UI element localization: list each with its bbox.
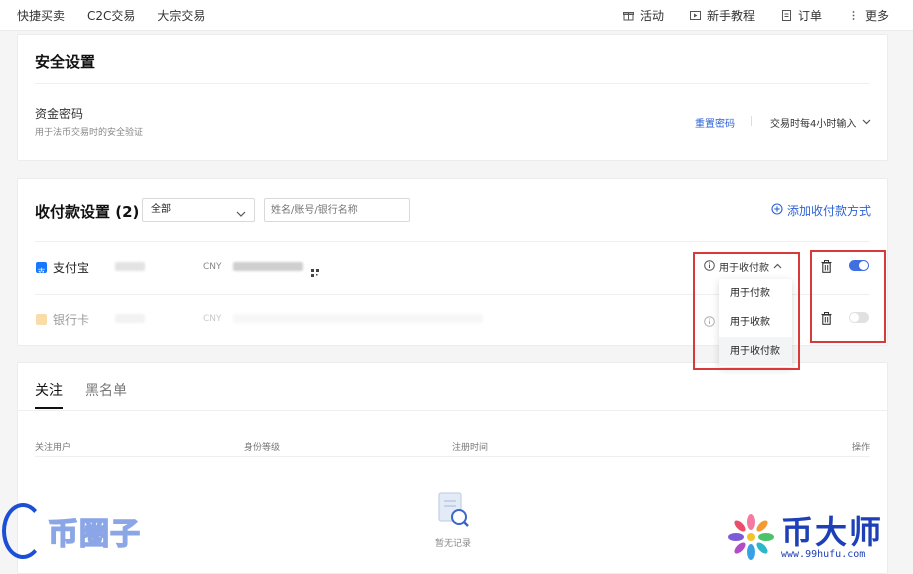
fund-password-label: 资金密码 [35,107,84,121]
masked-name [115,262,145,271]
document-icon [781,10,792,21]
bank-card-icon [36,314,47,325]
column-identity-level: 身份等级 [244,443,281,453]
payment-title: 收付款设置 (2) [35,203,140,221]
top-nav: 快捷买卖 C2C交易 大宗交易 活动 新手教程 订单 更多 [0,0,913,31]
watermark-right-title: 币大师 [781,512,884,551]
add-payment-method-button[interactable]: 添加收付款方式 [771,202,871,219]
column-followed-user: 关注用户 [35,443,72,453]
nav-block-trade[interactable]: 大宗交易 [157,7,205,24]
security-settings-card: 安全设置 资金密码 用于法币交易时的安全验证 重置密码 交易时每4小时输入 [17,34,888,161]
tabs-divider [18,410,887,411]
nav-tutorial-label: 新手教程 [706,9,755,23]
table-header-divider [35,456,870,457]
svg-text:支: 支 [38,267,46,277]
payment-method-name: 支付宝 [53,261,90,275]
empty-records-icon [435,491,471,531]
password-frequency-select[interactable]: 交易时每4小时输入 [770,115,871,130]
masked-name [115,314,145,323]
qr-code-icon[interactable] [311,262,319,277]
currency-label: CNY [203,314,222,324]
plus-circle-icon [771,203,783,218]
nav-quick-trade[interactable]: 快捷买卖 [17,7,65,24]
chevron-down-icon [236,205,246,227]
nav-more-label: 更多 [864,9,889,23]
fund-password-desc: 用于法币交易时的安全验证 [35,128,144,138]
tab-blacklist[interactable]: 黑名单 [85,380,127,409]
more-icon [848,10,859,21]
play-icon [689,10,701,21]
follow-tabs: 关注 黑名单 [35,380,127,409]
watermark-logo-icon [2,503,44,559]
watermark-right: 币大师 www.99hufu.com [727,513,883,561]
reset-password-link[interactable]: 重置密码 [695,115,735,130]
empty-records-text: 暂无记录 [435,539,472,549]
top-nav-left: 快捷买卖 C2C交易 大宗交易 [17,7,205,24]
payment-search-input[interactable] [264,198,410,222]
watermark-left-text: 币圈子 [47,516,141,553]
payment-filter-value: 全部 [151,204,171,215]
column-registration-time: 注册时间 [452,443,489,453]
flower-logo-icon [727,513,775,561]
watermark-left: 币圈子 [2,503,141,559]
highlight-box-actions [810,250,886,343]
chevron-down-icon [862,117,871,128]
column-actions: 操作 [851,443,870,453]
security-divider [35,83,870,84]
payment-filter-select[interactable]: 全部 [142,198,255,222]
nav-activity[interactable]: 活动 [622,7,664,24]
add-payment-method-label: 添加收付款方式 [786,204,871,218]
nav-more[interactable]: 更多 [848,7,889,24]
masked-account [233,314,483,323]
currency-label: CNY [203,262,222,272]
nav-orders[interactable]: 订单 [781,7,822,24]
gift-icon [622,10,634,21]
nav-orders-label: 订单 [797,9,822,23]
nav-activity-label: 活动 [639,9,664,23]
nav-c2c-trade[interactable]: C2C交易 [87,7,135,24]
alipay-icon: 支 [36,262,47,277]
top-nav-right: 活动 新手教程 订单 更多 [622,7,889,24]
password-frequency-value: 交易时每4小时输入 [770,119,857,130]
tab-follow[interactable]: 关注 [35,380,63,409]
security-title: 安全设置 [35,53,96,71]
highlight-box-usage [693,252,800,370]
masked-account [233,262,303,271]
nav-tutorial[interactable]: 新手教程 [689,7,755,24]
payment-method-name: 银行卡 [53,313,90,327]
separator [751,116,752,126]
